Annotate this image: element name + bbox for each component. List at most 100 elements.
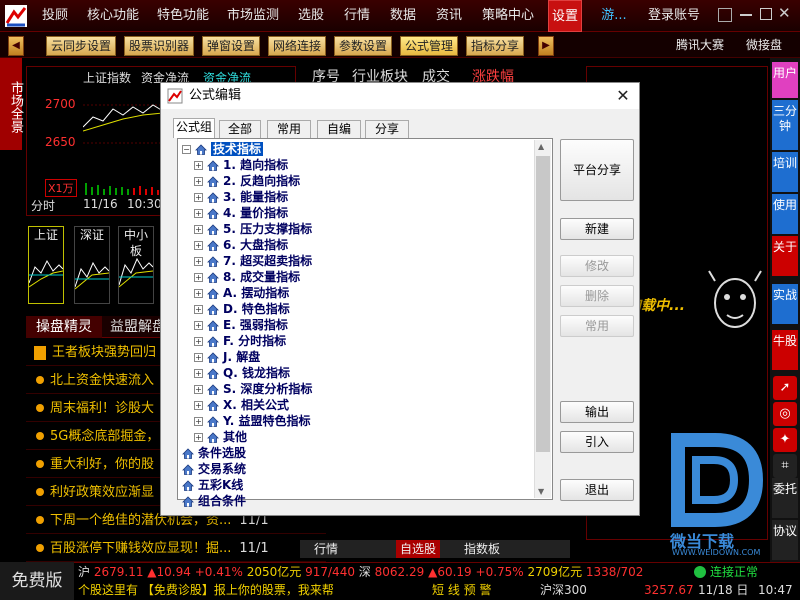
tree-node[interactable]: +5. 压力支撑指标 — [182, 221, 312, 237]
tree-node[interactable]: + D. 特色指标 — [182, 301, 290, 317]
minimize-icon[interactable] — [740, 14, 752, 16]
free-version-label[interactable]: 免费版 — [0, 562, 74, 600]
expand-icon[interactable]: + — [194, 337, 203, 346]
toolbar-button[interactable]: 弹窗设置 — [202, 36, 260, 56]
modify-button[interactable]: 修改 — [560, 255, 634, 277]
wei-jiepan-link[interactable]: 微接盘 — [746, 32, 782, 58]
delete-button[interactable]: 删除 — [560, 285, 634, 307]
tab-caopan[interactable]: 操盘精灵 — [26, 316, 102, 338]
expand-icon[interactable]: + — [194, 273, 203, 282]
short-alert[interactable]: 短 线 预 警 — [432, 581, 491, 599]
expand-icon[interactable]: + — [194, 225, 203, 234]
tree-node[interactable]: + E. 强弱指标 — [182, 317, 288, 333]
expand-icon[interactable]: + — [194, 241, 203, 250]
scroll-thumb[interactable] — [536, 156, 550, 452]
toolbar-button[interactable]: 参数设置 — [334, 36, 392, 56]
import-button[interactable]: 引入 — [560, 431, 634, 453]
expand-icon[interactable]: + — [194, 193, 203, 202]
rocket-icon[interactable]: ➚ — [773, 376, 797, 400]
sidebar-tab-order[interactable]: 委托 — [772, 478, 798, 518]
tools-icon[interactable]: ✦ — [773, 428, 797, 452]
new-button[interactable]: 新建 — [560, 218, 634, 240]
news-item[interactable]: 百股涨停下赚钱效应显现！掘... 11/1 — [26, 536, 326, 562]
expand-icon[interactable]: + — [194, 209, 203, 218]
menu-item[interactable]: 特色功能 — [154, 0, 212, 32]
tree-node[interactable]: +4. 量价指标 — [182, 205, 288, 221]
market-overview-tab[interactable]: 市场全景 — [0, 58, 23, 150]
tree-node[interactable]: + X. 相关公式 — [182, 397, 289, 413]
tree-root[interactable]: 条件选股 — [182, 445, 246, 461]
tree-node[interactable]: + Y. 益盟特色指标 — [182, 413, 310, 429]
expand-icon[interactable]: + — [194, 401, 203, 410]
sidebar-tab-agreement[interactable]: 协议 — [772, 520, 798, 560]
maximize-icon[interactable] — [760, 8, 772, 20]
target-icon[interactable]: ◎ — [773, 402, 797, 426]
collapse-icon[interactable]: − — [182, 145, 191, 154]
sidebar-tab-3min[interactable]: 三分钟 — [772, 100, 798, 150]
menu-item[interactable]: 数据 — [386, 0, 420, 32]
crop-icon[interactable]: ⌗ — [773, 454, 797, 478]
ticker-text[interactable]: 个股这里有 【免费诊股】报上你的股票，我来帮 — [78, 581, 396, 599]
sidebar-tab-hotstock[interactable]: 牛股 — [772, 330, 798, 370]
toolbar-next-icon[interactable]: ▶ — [538, 36, 554, 56]
toolbar-button[interactable]: 指标分享 — [466, 36, 524, 56]
guest-user-label[interactable]: 游... — [594, 0, 634, 32]
exit-button[interactable]: 退出 — [560, 479, 634, 501]
tree-root-technical[interactable]: − 技术指标 — [182, 141, 264, 157]
expand-icon[interactable]: + — [194, 385, 203, 394]
mini-card-sz[interactable]: 深证 — [74, 226, 110, 304]
sh-quote[interactable]: 沪 2679.11 ▲10.94 +0.41% 2050亿元 917/440 深… — [78, 563, 643, 581]
formula-manage-button[interactable]: 公式管理 — [400, 36, 458, 56]
tree-node[interactable]: +1. 趋向指标 — [182, 157, 288, 173]
tree-node[interactable]: +3. 能量指标 — [182, 189, 288, 205]
tab-quotes[interactable]: 行情 — [314, 540, 338, 558]
menu-item[interactable]: 核心功能 — [84, 0, 142, 32]
dialog-titlebar[interactable]: 公式编辑 ✕ — [161, 83, 639, 109]
menu-item[interactable]: 资讯 — [432, 0, 466, 32]
sidebar-tab-practice[interactable]: 实战 — [772, 284, 798, 324]
expand-icon[interactable]: + — [194, 417, 203, 426]
expand-icon[interactable]: + — [194, 257, 203, 266]
login-link[interactable]: 登录账号 — [644, 0, 704, 32]
tree-node[interactable]: +7. 超买超卖指标 — [182, 253, 312, 269]
export-button[interactable]: 输出 — [560, 401, 634, 423]
tree-node[interactable]: + J. 解盘 — [182, 349, 260, 365]
toolbar-button[interactable]: 网络连接 — [268, 36, 326, 56]
tree-root[interactable]: 交易系统 — [182, 461, 246, 477]
toolbar-prev-icon[interactable]: ◀ — [8, 36, 24, 56]
tree-node[interactable]: + 其他 — [182, 429, 247, 445]
tree-node[interactable]: + Q. 钱龙指标 — [182, 365, 290, 381]
tree-node[interactable]: + A. 摆动指标 — [182, 285, 289, 301]
menu-item[interactable]: 市场监测 — [224, 0, 282, 32]
tree-root[interactable]: 组合条件 — [182, 493, 246, 509]
scroll-up-icon[interactable]: ▲ — [538, 142, 544, 151]
mini-card-sme[interactable]: 中小板 — [118, 226, 154, 304]
toolbar-button[interactable]: 云同步设置 — [46, 36, 116, 56]
skin-icon[interactable] — [718, 8, 732, 22]
tree-root[interactable]: 五彩K线 — [182, 477, 243, 493]
tree-node[interactable]: + S. 深度分析指标 — [182, 381, 312, 397]
tab-watchlist[interactable]: 自选股 — [396, 540, 441, 558]
expand-icon[interactable]: + — [194, 289, 203, 298]
tab-index[interactable]: 指数板 — [464, 540, 500, 558]
common-button[interactable]: 常用 — [560, 315, 634, 337]
expand-icon[interactable]: + — [194, 161, 203, 170]
tab-common[interactable]: 常用 — [267, 120, 311, 138]
tree-node[interactable]: +2. 反趋向指标 — [182, 173, 300, 189]
expand-icon[interactable]: + — [194, 305, 203, 314]
sidebar-tab-training[interactable]: 培训 — [772, 152, 798, 192]
expand-icon[interactable]: + — [194, 353, 203, 362]
tab-custom[interactable]: 自编 — [317, 120, 361, 138]
tree-scrollbar[interactable]: ▲ ▼ — [534, 140, 551, 498]
menu-item[interactable]: 策略中心 — [478, 0, 538, 32]
menu-item[interactable]: 行情 — [340, 0, 374, 32]
expand-icon[interactable]: + — [194, 177, 203, 186]
tencent-contest-link[interactable]: 腾讯大赛 — [676, 32, 724, 58]
menu-item-settings[interactable]: 设置 — [548, 0, 582, 32]
scroll-down-icon[interactable]: ▼ — [538, 487, 544, 496]
formula-tree[interactable]: − 技术指标 +1. 趋向指标 +2. 反趋向指标 +3. 能量指标 +4. 量价指标 +5… — [177, 138, 553, 508]
sidebar-tab-about[interactable]: 关于 — [772, 236, 798, 276]
mini-card-sh[interactable]: 上证 — [28, 226, 64, 304]
expand-icon[interactable]: + — [194, 433, 203, 442]
tree-node[interactable]: +6. 大盘指标 — [182, 237, 288, 253]
